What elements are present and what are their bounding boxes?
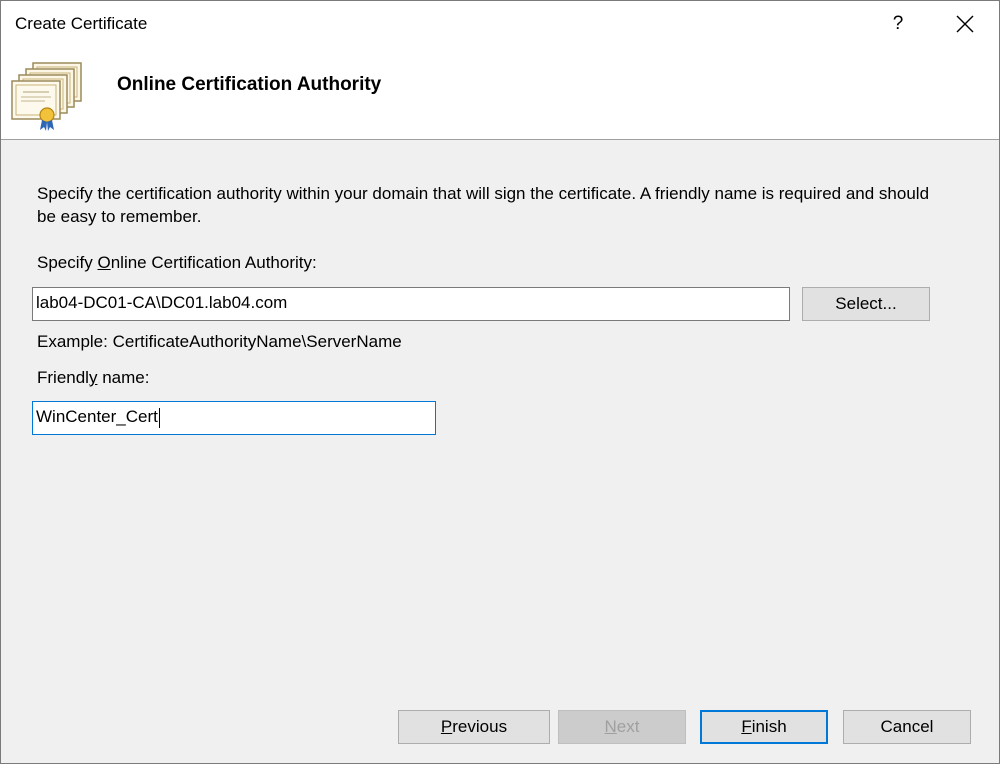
header-title: Online Certification Authority [117, 74, 382, 95]
friendly-name-input[interactable]: WinCenter_Cert [32, 401, 436, 435]
certificate-stack-icon [11, 62, 82, 131]
previous-mnemonic: P [440, 717, 453, 736]
ca-label-suffix: nline Certification Authority: [110, 253, 317, 272]
previous-label-rest: revious [452, 717, 508, 736]
friendly-name-label: Friendly name: [37, 368, 149, 388]
title-bar: Create Certificate ? [1, 1, 999, 47]
ca-label-mnemonic: O [97, 253, 111, 272]
help-button[interactable]: ? [879, 7, 917, 41]
friendly-label-prefix: Friendl [37, 368, 89, 387]
example-text: Example: CertificateAuthorityName\Server… [37, 332, 402, 351]
friendly-label-suffix: name: [97, 368, 150, 387]
create-certificate-dialog: Create Certificate ? Online Certificatio… [0, 0, 1000, 764]
wizard-header: Online Certification Authority [1, 47, 999, 140]
description-text: Specify the certification authority with… [37, 184, 930, 226]
ca-input[interactable]: lab04-DC01-CA\DC01.lab04.com [32, 287, 790, 321]
wizard-content: Specify the certification authority with… [1, 141, 999, 764]
close-icon [956, 15, 974, 33]
ca-label: Specify Online Certification Authority: [37, 253, 317, 273]
finish-label-rest: inish [751, 717, 787, 736]
select-button[interactable]: Select... [802, 287, 930, 321]
friendly-name-value: WinCenter_Cert [36, 407, 158, 426]
text-caret [158, 407, 160, 428]
close-button[interactable] [945, 7, 985, 41]
next-label-rest: ext [616, 717, 640, 736]
ca-label-prefix: Specify [37, 253, 98, 272]
next-button[interactable]: Next [558, 710, 686, 744]
finish-mnemonic: F [741, 717, 752, 736]
window-title: Create Certificate [15, 14, 148, 33]
finish-button[interactable]: Finish [700, 710, 828, 744]
cancel-button[interactable]: Cancel [843, 710, 971, 744]
next-mnemonic: N [604, 717, 617, 736]
previous-button[interactable]: Previous [398, 710, 550, 744]
